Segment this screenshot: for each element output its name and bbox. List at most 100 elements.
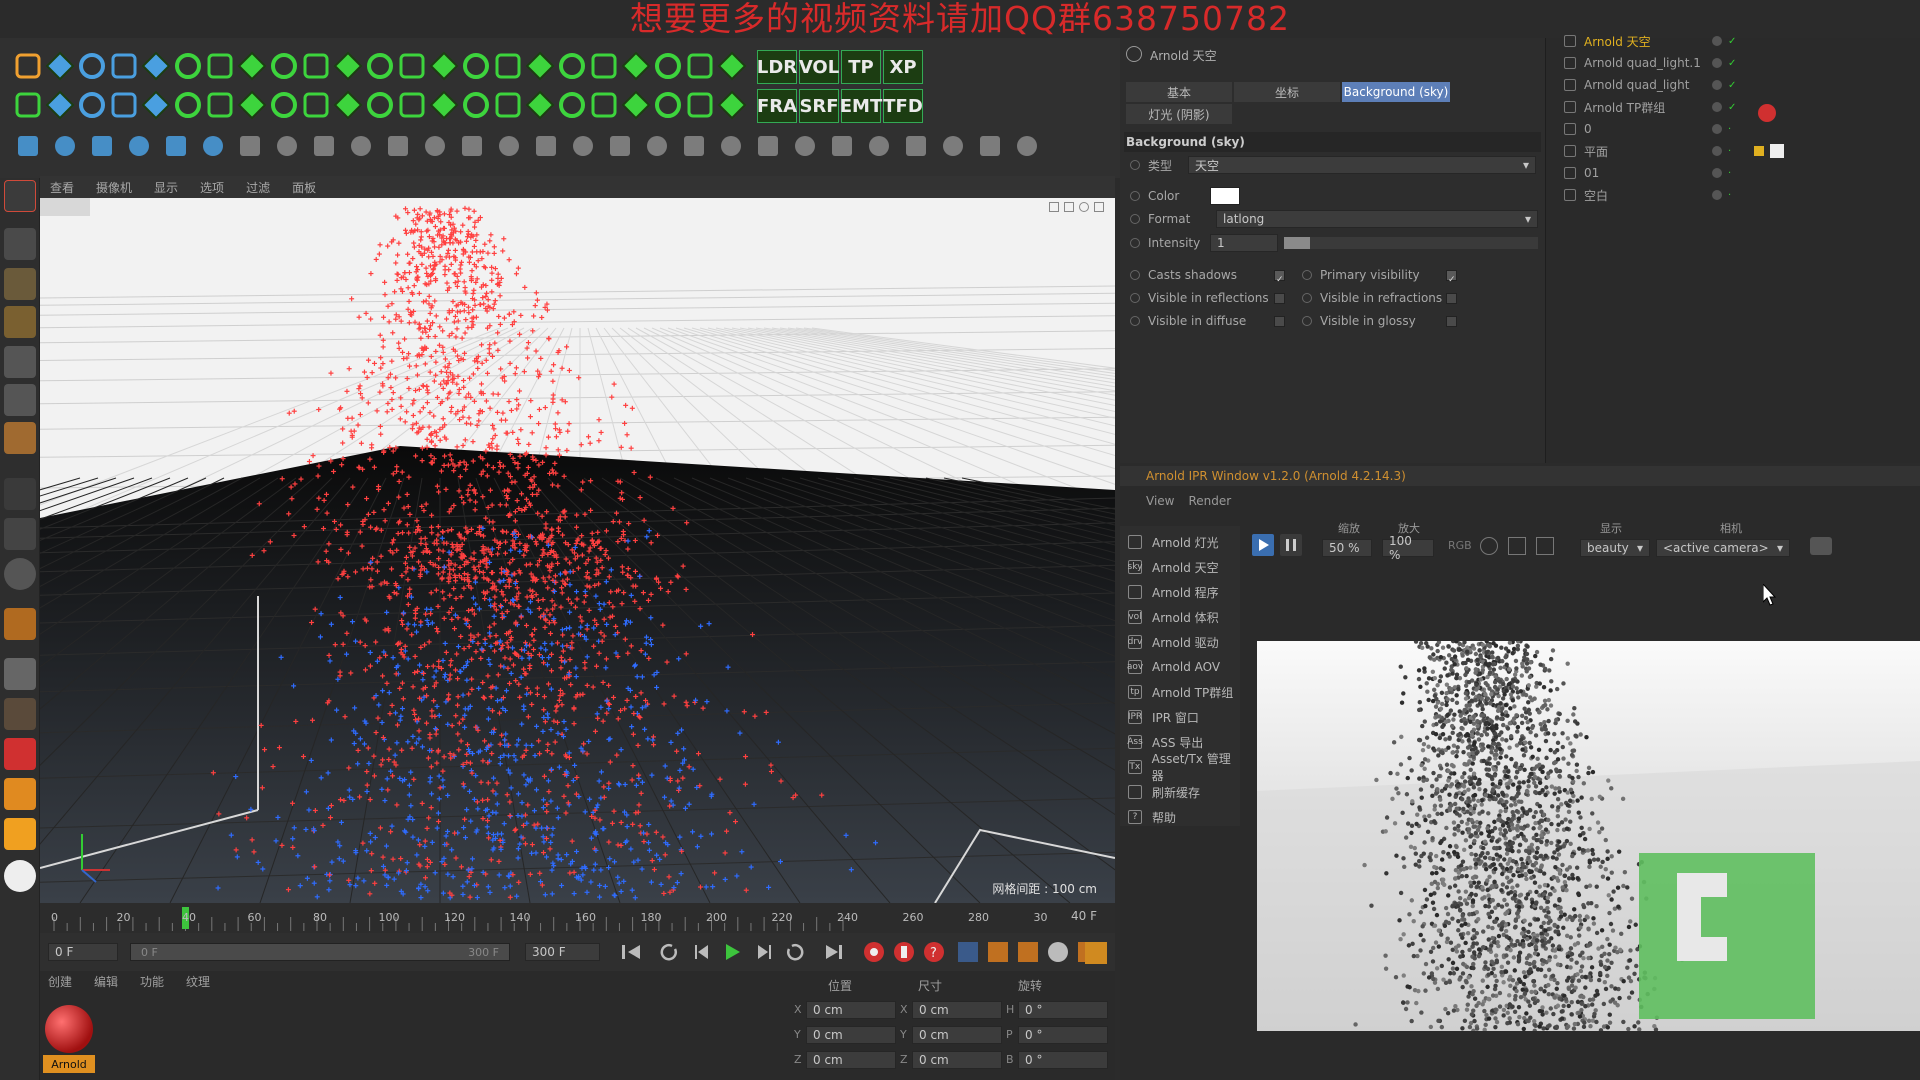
rotation-field[interactable]: 0 ° [1018,1001,1108,1019]
tp-button[interactable]: TP [841,50,881,84]
menu-display[interactable]: 显示 [154,179,178,196]
ldr-button[interactable]: LDR [757,50,797,84]
globe-icon[interactable] [1480,537,1498,555]
zoom-field[interactable]: 50 % [1322,539,1372,557]
tp-generator-icon[interactable] [399,92,425,118]
size-field[interactable]: 0 cm [912,1026,1002,1044]
tool-icon-16[interactable] [610,136,630,156]
start-frame-field[interactable]: 0 F [48,943,118,961]
tp-tool-h-icon[interactable] [559,53,585,79]
menu-function[interactable]: 功能 [140,973,164,990]
visibility-dot[interactable] [1712,80,1722,90]
display-dropdown[interactable]: beauty ▾ [1580,539,1650,557]
tool-icon-7[interactable] [277,136,297,156]
emt-button[interactable]: EMT [840,89,882,123]
tool-icon-21[interactable] [795,136,815,156]
menu-edit[interactable]: 编辑 [94,973,118,990]
arnold-menu-item[interactable]: Tx Asset/Tx 管理器 [1120,752,1240,783]
timeline[interactable]: 40 F 0 20 40 60 80 100 120 140 160 180 200 220 240 26… [40,903,1115,933]
edges-mode-icon[interactable] [4,384,36,416]
tool-icon-1[interactable] [55,136,75,156]
tool-icon-17[interactable] [647,136,667,156]
tp-tool-b-icon[interactable] [717,90,747,120]
position-field[interactable]: 0 cm [806,1001,896,1019]
tp-play-icon[interactable] [495,92,521,118]
tp-snap-icon[interactable] [15,92,41,118]
tool-icon-6[interactable] [240,136,260,156]
tp-light-icon[interactable] [175,53,201,79]
tp-tool-d-icon[interactable] [207,92,233,118]
tp-tool-a-icon[interactable] [687,92,713,118]
visibility-dot[interactable] [1712,146,1722,156]
tp-rotate-icon[interactable] [655,92,681,118]
rotation-field[interactable]: 0 ° [1018,1026,1108,1044]
size-field[interactable]: 0 cm [912,1001,1002,1019]
menu-options[interactable]: 选项 [200,179,224,196]
tp-snap-icon[interactable] [591,92,617,118]
tool-icon-3[interactable] [129,136,149,156]
play-icon[interactable] [726,944,740,960]
enabled-check-icon[interactable]: ✓ [1728,102,1736,113]
enabled-check-icon[interactable]: ✓ [1728,36,1736,47]
region-icon[interactable] [1508,537,1526,555]
snapshot-camera-icon[interactable] [1810,537,1832,555]
autokey-icon[interactable] [894,942,914,962]
model-mode-icon[interactable] [4,228,36,260]
tab-light-shadow[interactable]: 灯光 (阴影) [1126,104,1232,124]
tp-rotate-icon[interactable] [303,53,329,79]
enabled-check-icon[interactable]: · [1728,190,1731,201]
enabled-check-icon[interactable]: · [1728,146,1731,157]
zoom-view-icon[interactable] [1064,202,1074,212]
checkbox[interactable]: ✓ [1274,269,1285,285]
type-anim-dot[interactable] [1130,160,1140,170]
magnet-icon[interactable] [4,608,36,640]
frame-range-slider[interactable]: 0 F 300 F [130,943,510,961]
srf-button[interactable]: SRF [799,89,839,123]
go-to-end-icon[interactable] [826,945,842,959]
record-key-icon[interactable] [864,942,884,962]
arnold-menu-item[interactable]: tp Arnold TP群组 [1120,680,1240,704]
visibility-dot[interactable] [1712,124,1722,134]
anim-dot[interactable] [1130,316,1140,326]
position-field[interactable]: 0 cm [806,1051,896,1069]
position-field[interactable]: 0 cm [806,1026,896,1044]
object-row[interactable]: 空白 · [1546,184,1920,206]
timeline-settings-icon[interactable] [1085,942,1107,964]
enabled-check-icon[interactable]: · [1728,168,1731,179]
object-row[interactable]: 01 · [1546,162,1920,184]
tp-tool-a-icon[interactable] [333,51,363,81]
tool-icon-11[interactable] [425,136,445,156]
tool-icon-8[interactable] [314,136,334,156]
tp-settings-icon[interactable] [15,53,41,79]
tp-rotate-icon[interactable] [79,92,105,118]
ipr-menu-view[interactable]: View [1146,494,1174,508]
checkbox[interactable] [1274,315,1285,327]
workplane-icon[interactable] [4,306,36,338]
rotate-view-icon[interactable] [1079,202,1089,212]
tp-settings-icon[interactable] [591,53,617,79]
tp-tool-c-icon[interactable] [399,53,425,79]
thinking-particles-icon[interactable] [4,738,36,770]
arnold-menu-item[interactable]: sky Arnold 天空 [1120,555,1240,579]
tp-group-icon[interactable] [429,90,459,120]
type-dropdown[interactable]: 天空 ▾ [1188,156,1536,174]
tp-tool-g-icon[interactable] [303,92,329,118]
tp-settings-icon[interactable] [367,92,393,118]
arnold-menu-item[interactable]: aov Arnold AOV [1120,655,1240,679]
camera-dropdown[interactable]: <active camera> ▾ [1656,539,1790,557]
visibility-dot[interactable] [1712,168,1722,178]
tab-basic[interactable]: 基本 [1126,82,1232,102]
tp-play-icon[interactable] [717,51,747,81]
tp-move-icon[interactable] [45,90,75,120]
material-label[interactable]: Arnold [43,1055,95,1073]
size-field[interactable]: 0 cm [912,1051,1002,1069]
menu-texture[interactable]: 纹理 [186,973,210,990]
3d-viewport[interactable]: 网格间距 : 100 cm [40,198,1115,903]
rotate-key-icon[interactable] [1018,942,1038,962]
s-plugin-icon[interactable] [4,818,36,850]
tp-geometry-icon[interactable] [463,92,489,118]
tool-icon-5[interactable] [203,136,223,156]
anim-dot[interactable] [1302,316,1312,326]
tp-move-icon[interactable] [621,90,651,120]
tp-light-icon[interactable] [525,90,555,120]
